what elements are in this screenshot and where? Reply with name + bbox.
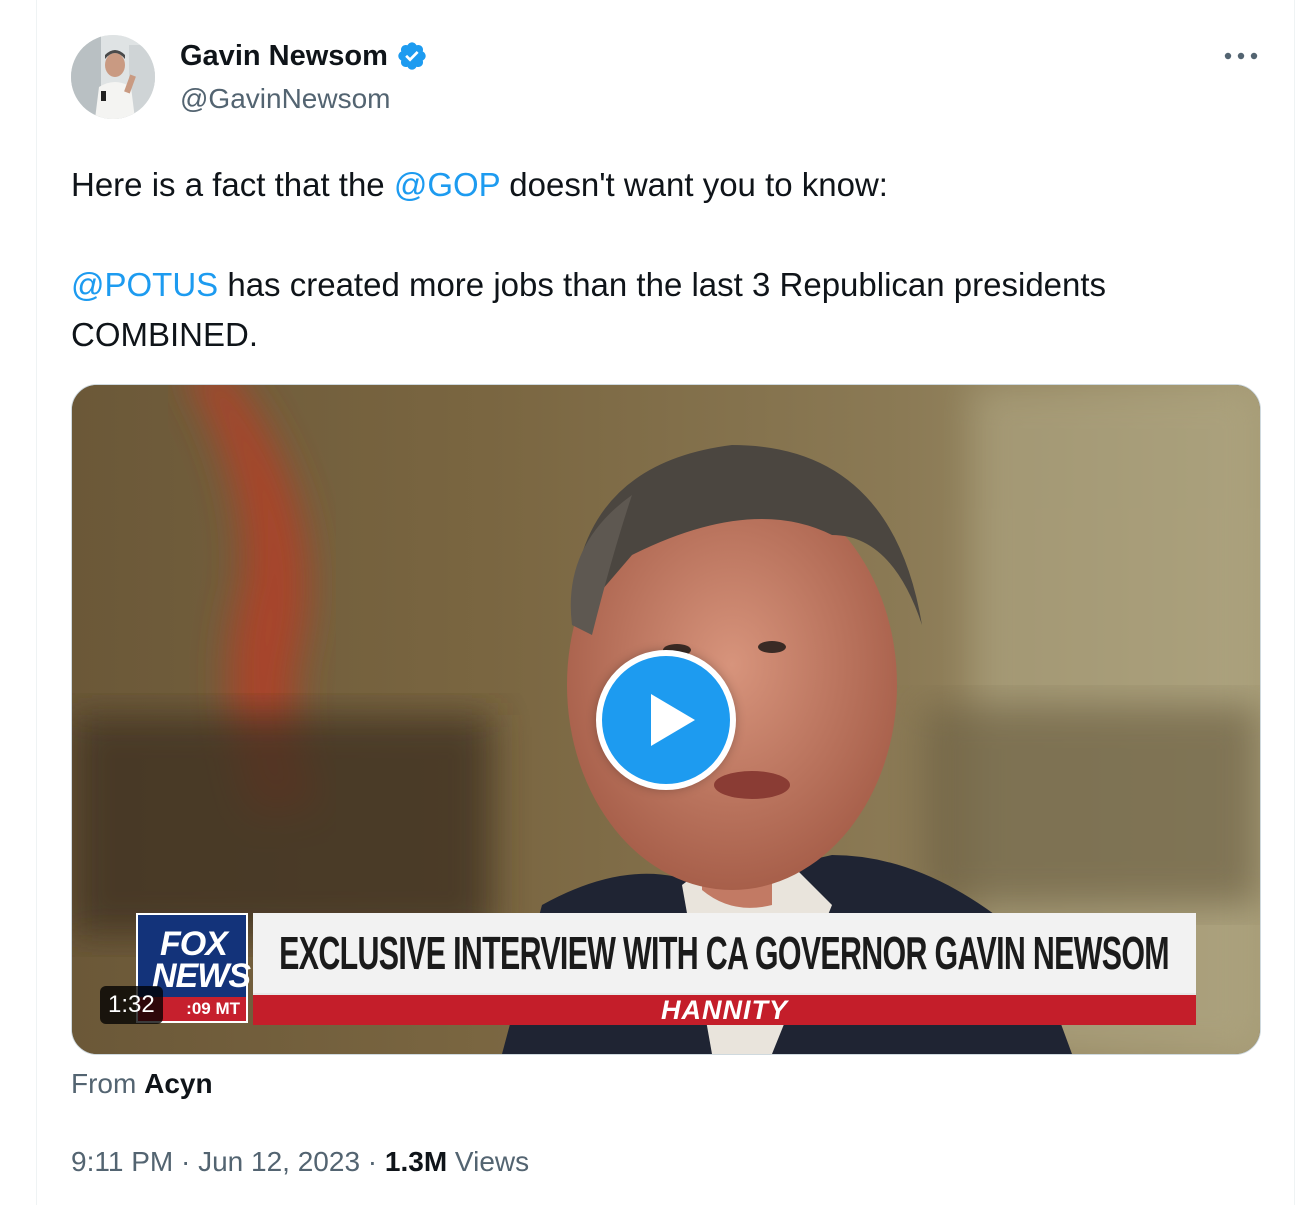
tweet-text: Here is a fact that the @GOP doesn't wan…: [71, 160, 1261, 360]
video-duration-badge: 1:32: [100, 986, 163, 1024]
tweet-text-segment: doesn't want you to know:: [500, 166, 888, 203]
author-handle[interactable]: @GavinNewsom: [180, 82, 390, 116]
tweet-date[interactable]: Jun 12, 2023: [198, 1146, 360, 1177]
news-chyron: FOX NEWS :09 MT EXCLUSIVE INTERVIEW WITH…: [136, 913, 1196, 1025]
chyron-headline-bar: EXCLUSIVE INTERVIEW WITH CA GOVERNOR GAV…: [253, 913, 1196, 993]
tweet-line-1: Here is a fact that the @GOP doesn't wan…: [71, 160, 1261, 210]
play-icon: [651, 694, 695, 746]
mention-gop-link[interactable]: @GOP: [394, 166, 500, 203]
tweet-time[interactable]: 9:11 PM: [71, 1146, 173, 1177]
more-horizontal-icon: [1224, 52, 1258, 60]
attribution-prefix: From: [71, 1068, 145, 1099]
chyron-show-name: HANNITY: [661, 994, 788, 1025]
tweet-line-2: @POTUS has created more jobs than the la…: [71, 260, 1261, 360]
mention-potus-link[interactable]: @POTUS: [71, 266, 218, 303]
meta-separator: ·: [360, 1146, 385, 1177]
video-attribution: From Acyn: [71, 1066, 213, 1102]
chyron-headline: EXCLUSIVE INTERVIEW WITH CA GOVERNOR GAV…: [279, 927, 1170, 979]
tweet-meta: 9:11 PM · Jun 12, 2023 · 1.3M Views: [71, 1144, 529, 1180]
column-border-right: [1294, 0, 1295, 1205]
author-name-row[interactable]: Gavin Newsom: [180, 38, 428, 74]
meta-separator: ·: [173, 1146, 199, 1177]
attribution-source-link[interactable]: Acyn: [144, 1068, 212, 1099]
more-options-button[interactable]: [1220, 40, 1262, 72]
views-label: Views: [447, 1146, 530, 1177]
views-count: 1.3M: [384, 1146, 448, 1177]
tweet-text-segment: has created more jobs than the last 3 Re…: [71, 266, 1107, 353]
author-name[interactable]: Gavin Newsom: [180, 38, 388, 74]
chyron-show-bar: HANNITY: [253, 993, 1196, 1025]
avatar-photo: [71, 35, 155, 119]
verified-badge-icon[interactable]: [396, 40, 428, 72]
column-border-left: [36, 0, 37, 1205]
tweet-text-segment: Here is a fact that the: [71, 166, 394, 203]
play-button[interactable]: [596, 650, 736, 790]
video-player[interactable]: FOX NEWS :09 MT EXCLUSIVE INTERVIEW WITH…: [71, 384, 1261, 1055]
author-avatar[interactable]: [71, 35, 155, 119]
fox-logo-text: FOX: [160, 925, 228, 963]
news-logo-text: NEWS: [152, 957, 251, 995]
